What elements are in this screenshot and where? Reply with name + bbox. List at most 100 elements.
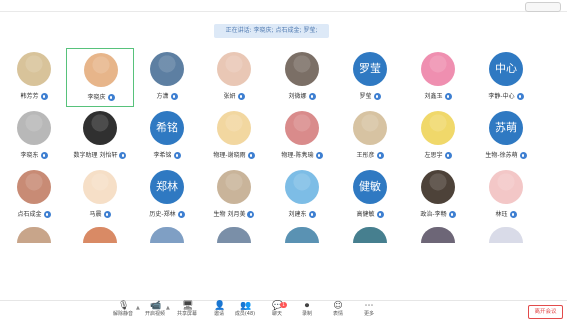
avatar bbox=[217, 227, 251, 243]
participant-tile[interactable]: 郑林 历史-郑林 bbox=[133, 166, 201, 225]
avatar bbox=[17, 170, 51, 204]
participant-tile[interactable]: 中心 李静-中心 bbox=[472, 48, 540, 107]
mic-icon bbox=[103, 211, 111, 218]
unread-badge: 1 bbox=[280, 302, 287, 308]
participant-name: 方潇 bbox=[133, 91, 201, 100]
mic-icon bbox=[43, 211, 51, 218]
participant-tile[interactable]: 生物 刘月美 bbox=[200, 166, 268, 225]
participant-name-text: 刘微娜 bbox=[288, 93, 307, 100]
participant-tile[interactable]: 刘建东 bbox=[268, 166, 336, 225]
participant-name-text: 物理-谢晓雨 bbox=[213, 152, 246, 159]
members-icon: 👥 bbox=[240, 301, 252, 311]
participant-tile[interactable]: 刘微娜 bbox=[268, 48, 336, 107]
mic-icon bbox=[444, 93, 452, 100]
members-button[interactable]: 👥 成员(48) bbox=[229, 302, 261, 320]
participant-tile[interactable]: 左思宇 bbox=[404, 107, 472, 166]
participant-name-text: 刘鑫玉 bbox=[424, 93, 443, 100]
participant-tile[interactable]: 刘鑫玉 bbox=[404, 48, 472, 107]
top-divider bbox=[0, 11, 567, 12]
more-icon: ⋯ bbox=[364, 301, 374, 311]
participant-name-text: 高健敏 bbox=[356, 211, 375, 218]
avatar bbox=[421, 227, 455, 243]
chat-button[interactable]: 💬 聊天 1 bbox=[261, 302, 293, 320]
more-button[interactable]: ⋯ 更多 bbox=[353, 302, 385, 320]
mic-icon bbox=[177, 211, 185, 218]
participant-name: 物理-谢晓雨 bbox=[200, 150, 268, 159]
mic-icon bbox=[119, 152, 127, 159]
mic-icon bbox=[516, 93, 524, 100]
avatar bbox=[83, 170, 117, 204]
participant-tile[interactable]: 物理-谢晓雨 bbox=[200, 107, 268, 166]
participant-name: 李晓东 bbox=[0, 150, 68, 159]
participant-name-text: 方潇 bbox=[156, 93, 169, 100]
participant-name: 张妍 bbox=[200, 91, 268, 100]
participant-tile[interactable]: 李晓东 bbox=[0, 107, 68, 166]
participant-tile[interactable]: 李晓庆 bbox=[66, 48, 134, 107]
avatar bbox=[285, 111, 319, 145]
participant-name: 李静-中心 bbox=[472, 91, 540, 100]
screen-share-icon: 🖥 bbox=[182, 301, 194, 311]
participant-name: 左思宇 bbox=[404, 150, 472, 159]
mic-icon bbox=[376, 211, 384, 218]
leave-meeting-button[interactable]: 离开会议 bbox=[528, 305, 563, 319]
participant-name: 李晓庆 bbox=[67, 92, 135, 101]
toolbar-label: 录制 bbox=[301, 311, 312, 317]
avatar bbox=[353, 227, 387, 243]
avatar bbox=[17, 52, 51, 86]
mic-icon bbox=[509, 211, 517, 218]
participant-name: 李希铭 bbox=[133, 150, 201, 159]
participant-tile[interactable]: 方潇 bbox=[133, 48, 201, 107]
participant-tile[interactable]: 苏萌 生物-徐苏萌 bbox=[472, 107, 540, 166]
participant-name-text: 点石成金 bbox=[17, 211, 42, 218]
participant-name-text: 李晓庆 bbox=[87, 94, 106, 101]
participant-tile[interactable]: 王彤彦 bbox=[336, 107, 404, 166]
participant-tile[interactable]: 林珏 bbox=[472, 166, 540, 225]
participant-tile[interactable]: 希铭 李希铭 bbox=[133, 107, 201, 166]
participant-name: 刘微娜 bbox=[268, 91, 336, 100]
participant-tile[interactable]: 罗莹 罗莹 bbox=[336, 48, 404, 107]
participant-tile[interactable]: 韩芳芳 bbox=[0, 48, 68, 107]
participant-tile[interactable]: 数字助理 刘怡轩 bbox=[66, 107, 134, 166]
mic-icon bbox=[444, 152, 452, 159]
participant-tile[interactable]: 健敏 高健敏 bbox=[336, 166, 404, 225]
participant-name-text: 生物-徐苏萌 bbox=[485, 152, 518, 159]
participant-grid: 韩芳芳 李晓庆 方潇 张妍 刘微娜 罗莹 罗莹刘鑫玉 中心 李静-中心李晓东 数字助理 刘怡轩 希铭… bbox=[0, 48, 567, 248]
participant-name-text: 刘建东 bbox=[288, 211, 307, 218]
participant-name-text: 罗莹 bbox=[359, 93, 372, 100]
participant-name-text: 韩芳芳 bbox=[20, 93, 39, 100]
participant-tile[interactable]: 马晨 bbox=[66, 166, 134, 225]
participant-name: 林珏 bbox=[472, 209, 540, 218]
mic-icon bbox=[308, 211, 316, 218]
participant-name: 刘建东 bbox=[268, 209, 336, 218]
avatar bbox=[83, 227, 117, 243]
invite-icon: 👤 bbox=[214, 301, 226, 311]
participant-name-text: 物理-陈隽瑜 bbox=[281, 152, 314, 159]
participant-name-text: 数字助理 刘怡轩 bbox=[73, 152, 118, 159]
avatar bbox=[421, 52, 455, 86]
share-screen-button[interactable]: 🖥 共享屏幕 bbox=[171, 302, 203, 320]
toolbar-label: 解除静音 bbox=[112, 311, 133, 317]
participant-tile[interactable]: 张妍 bbox=[200, 48, 268, 107]
participant-tile[interactable]: 物理-陈隽瑜 bbox=[268, 107, 336, 166]
top-right-button[interactable] bbox=[525, 2, 561, 12]
reactions-button[interactable]: ☺ 表情 bbox=[322, 302, 354, 320]
unmute-button[interactable]: 🎙 解除静音 bbox=[107, 302, 139, 320]
avatar: 希铭 bbox=[150, 111, 184, 145]
mic-icon bbox=[107, 94, 115, 101]
participant-name: 政治-李畅 bbox=[404, 209, 472, 218]
record-button[interactable]: ⏺ 录制 bbox=[291, 302, 323, 320]
toolbar-label: 成员(48) bbox=[234, 311, 256, 317]
toolbar-label: 共享屏幕 bbox=[176, 311, 197, 317]
avatar: 郑林 bbox=[150, 170, 184, 204]
mic-icon bbox=[519, 152, 527, 159]
participant-tile[interactable]: 政治-李畅 bbox=[404, 166, 472, 225]
participant-name-text: 左思宇 bbox=[424, 152, 443, 159]
participant-name: 马晨 bbox=[66, 209, 134, 218]
participant-name-text: 张妍 bbox=[223, 93, 236, 100]
mic-options-caret[interactable]: ▲ bbox=[136, 305, 140, 311]
avatar bbox=[150, 52, 184, 86]
video-options-caret[interactable]: ▲ bbox=[166, 305, 170, 311]
avatar bbox=[285, 170, 319, 204]
participant-name: 点石成金 bbox=[0, 209, 68, 218]
participant-tile[interactable]: 点石成金 bbox=[0, 166, 68, 225]
